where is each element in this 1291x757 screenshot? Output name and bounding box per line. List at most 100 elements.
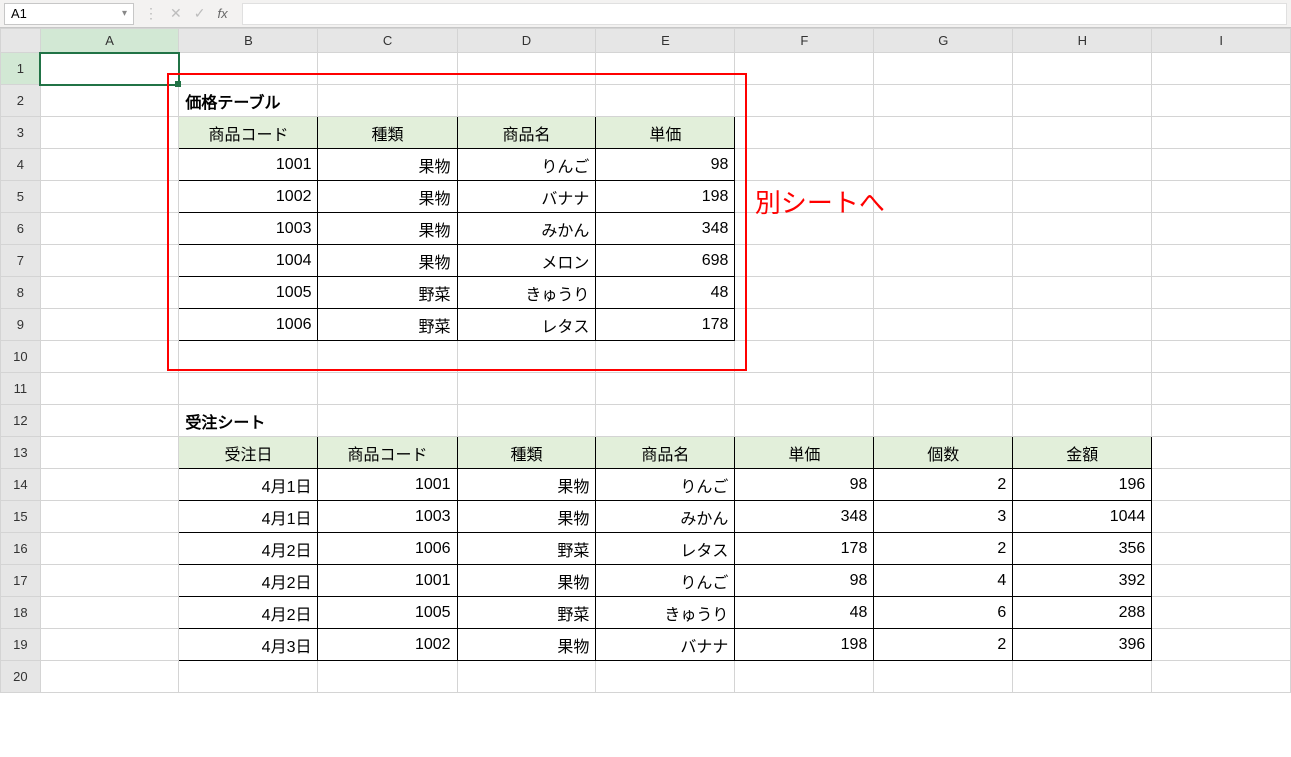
cell-C13[interactable]: 商品コード: [318, 437, 457, 469]
cell-I4[interactable]: [1152, 149, 1291, 181]
column-header-A[interactable]: A: [40, 29, 179, 53]
row-header-16[interactable]: 16: [1, 533, 41, 565]
cell-A8[interactable]: [40, 277, 179, 309]
select-all-corner[interactable]: [1, 29, 41, 53]
cell-G9[interactable]: [874, 309, 1013, 341]
cell-F1[interactable]: [735, 53, 874, 85]
cell-D6[interactable]: みかん: [457, 213, 596, 245]
cell-G17[interactable]: 4: [874, 565, 1013, 597]
cell-E15[interactable]: みかん: [596, 501, 735, 533]
cell-F10[interactable]: [735, 341, 874, 373]
cell-D14[interactable]: 果物: [457, 469, 596, 501]
formula-input[interactable]: [242, 3, 1287, 25]
cell-E11[interactable]: [596, 373, 735, 405]
cell-B4[interactable]: 1001: [179, 149, 318, 181]
cell-A17[interactable]: [40, 565, 179, 597]
cell-I11[interactable]: [1152, 373, 1291, 405]
cell-H13[interactable]: 金額: [1013, 437, 1152, 469]
cell-B9[interactable]: 1006: [179, 309, 318, 341]
row-header-2[interactable]: 2: [1, 85, 41, 117]
cell-G13[interactable]: 個数: [874, 437, 1013, 469]
cell-B17[interactable]: 4月2日: [179, 565, 318, 597]
cell-D11[interactable]: [457, 373, 596, 405]
cell-H8[interactable]: [1013, 277, 1152, 309]
row-header-5[interactable]: 5: [1, 181, 41, 213]
cell-C11[interactable]: [318, 373, 457, 405]
cell-A11[interactable]: [40, 373, 179, 405]
cell-C12[interactable]: [318, 405, 457, 437]
cell-G8[interactable]: [874, 277, 1013, 309]
cell-E8[interactable]: 48: [596, 277, 735, 309]
row-header-6[interactable]: 6: [1, 213, 41, 245]
cell-C16[interactable]: 1006: [318, 533, 457, 565]
cell-B14[interactable]: 4月1日: [179, 469, 318, 501]
enter-icon[interactable]: ✓: [194, 5, 206, 22]
cell-D16[interactable]: 野菜: [457, 533, 596, 565]
cell-H3[interactable]: [1013, 117, 1152, 149]
cell-D18[interactable]: 野菜: [457, 597, 596, 629]
cell-B1[interactable]: [179, 53, 318, 85]
cell-G18[interactable]: 6: [874, 597, 1013, 629]
cell-B6[interactable]: 1003: [179, 213, 318, 245]
cell-H19[interactable]: 396: [1013, 629, 1152, 661]
cell-D15[interactable]: 果物: [457, 501, 596, 533]
cell-A10[interactable]: [40, 341, 179, 373]
name-box-dropdown-icon[interactable]: ▾: [122, 8, 127, 19]
cell-I18[interactable]: [1152, 597, 1291, 629]
cell-H1[interactable]: [1013, 53, 1152, 85]
cell-I13[interactable]: [1152, 437, 1291, 469]
cell-C14[interactable]: 1001: [318, 469, 457, 501]
cell-B11[interactable]: [179, 373, 318, 405]
cell-F19[interactable]: 198: [735, 629, 874, 661]
cell-F12[interactable]: [735, 405, 874, 437]
row-header-4[interactable]: 4: [1, 149, 41, 181]
cell-H17[interactable]: 392: [1013, 565, 1152, 597]
cell-A9[interactable]: [40, 309, 179, 341]
cell-E5[interactable]: 198: [596, 181, 735, 213]
cell-G1[interactable]: [874, 53, 1013, 85]
cell-D10[interactable]: [457, 341, 596, 373]
cell-I5[interactable]: [1152, 181, 1291, 213]
cell-H12[interactable]: [1013, 405, 1152, 437]
cell-I1[interactable]: [1152, 53, 1291, 85]
cell-E1[interactable]: [596, 53, 735, 85]
cell-G2[interactable]: [874, 85, 1013, 117]
row-header-19[interactable]: 19: [1, 629, 41, 661]
cell-A15[interactable]: [40, 501, 179, 533]
cell-C2[interactable]: [318, 85, 457, 117]
cell-C1[interactable]: [318, 53, 457, 85]
cell-E14[interactable]: りんご: [596, 469, 735, 501]
cell-F4[interactable]: [735, 149, 874, 181]
row-header-3[interactable]: 3: [1, 117, 41, 149]
cell-A4[interactable]: [40, 149, 179, 181]
cell-B19[interactable]: 4月3日: [179, 629, 318, 661]
cell-E18[interactable]: きゅうり: [596, 597, 735, 629]
cell-E4[interactable]: 98: [596, 149, 735, 181]
cell-D8[interactable]: きゅうり: [457, 277, 596, 309]
row-header-7[interactable]: 7: [1, 245, 41, 277]
cell-I20[interactable]: [1152, 661, 1291, 693]
cell-G4[interactable]: [874, 149, 1013, 181]
cell-G11[interactable]: [874, 373, 1013, 405]
cell-D7[interactable]: メロン: [457, 245, 596, 277]
cell-B18[interactable]: 4月2日: [179, 597, 318, 629]
cell-F17[interactable]: 98: [735, 565, 874, 597]
cell-G3[interactable]: [874, 117, 1013, 149]
row-header-8[interactable]: 8: [1, 277, 41, 309]
cell-I14[interactable]: [1152, 469, 1291, 501]
cell-H4[interactable]: [1013, 149, 1152, 181]
cell-D5[interactable]: バナナ: [457, 181, 596, 213]
cell-B16[interactable]: 4月2日: [179, 533, 318, 565]
cell-B20[interactable]: [179, 661, 318, 693]
cell-C10[interactable]: [318, 341, 457, 373]
cell-D4[interactable]: りんご: [457, 149, 596, 181]
cell-H7[interactable]: [1013, 245, 1152, 277]
cell-B12[interactable]: 受注シート: [179, 405, 318, 437]
cell-E7[interactable]: 698: [596, 245, 735, 277]
cell-E10[interactable]: [596, 341, 735, 373]
column-header-D[interactable]: D: [457, 29, 596, 53]
cell-A1[interactable]: [40, 53, 179, 85]
cell-E12[interactable]: [596, 405, 735, 437]
column-header-C[interactable]: C: [318, 29, 457, 53]
cell-C6[interactable]: 果物: [318, 213, 457, 245]
